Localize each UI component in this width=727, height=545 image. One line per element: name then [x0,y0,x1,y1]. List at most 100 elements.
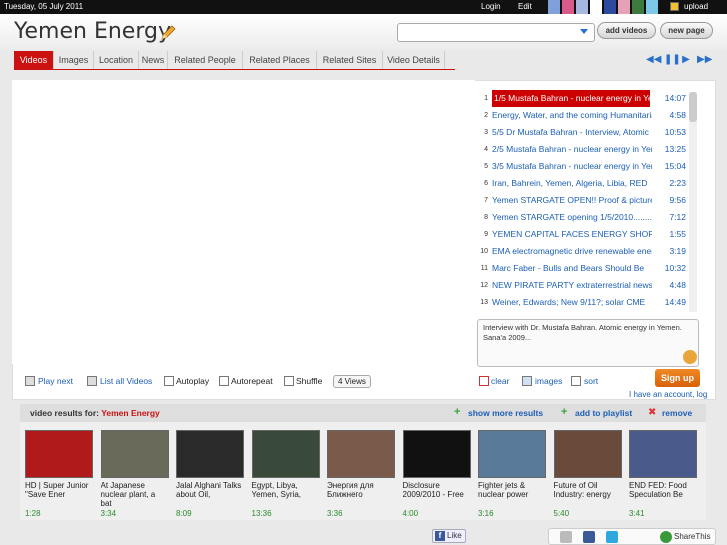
playlist-item[interactable]: 1 1/5 Mustafa Bahran - nuclear energy in … [476,90,688,107]
plus-icon[interactable]: + [561,407,567,418]
color-swatch[interactable] [576,0,588,14]
add-to-playlist-link[interactable]: add to playlist [575,408,632,418]
playlist-item[interactable]: 12 NEW PIRATE PARTY extraterrestrial news… [476,277,688,294]
pause-icon[interactable]: ❚❚ [664,55,681,65]
video-result-item[interactable]: HD | Super Junior "Save Ener 1:28 [25,430,93,518]
video-result-title[interactable]: Fighter jets & nuclear power [478,481,546,508]
video-result-title[interactable]: Future of Oil Industry: energy [554,481,622,508]
playlist-item[interactable]: 2 Energy, Water, and the coming Humanitar… [476,107,688,124]
tab-related-sites[interactable]: Related Sites [317,51,383,70]
sort-icon[interactable] [571,376,581,386]
list-icon[interactable] [87,376,97,386]
video-result-item[interactable]: Jalal Alghani Talks about Oil, 8:09 [176,430,244,518]
tab-news[interactable]: News [139,51,168,70]
video-result-item[interactable]: Fighter jets & nuclear power 3:16 [478,430,546,518]
playlist-item[interactable]: 7 Yemen STARGATE OPEN!! Proof & pictures 9… [476,192,688,209]
video-result-title[interactable]: At Japanese nuclear plant, a bat [101,481,169,508]
video-thumbnail[interactable] [327,430,395,478]
tab-location[interactable]: Location [94,51,139,70]
color-swatch[interactable] [618,0,630,14]
video-result-item[interactable]: END FED: Food Speculation Be 3:41 [629,430,697,518]
facebook-like-button[interactable]: Like [432,529,466,543]
autorepeat-checkbox[interactable] [219,376,229,386]
playlist-item[interactable]: 6 Iran, Bahrein, Yemen, Algeria, Libia, R… [476,175,688,192]
list-all-videos-link[interactable]: List all Videos [100,375,152,387]
video-result-title[interactable]: HD | Super Junior "Save Ener [25,481,93,508]
new-page-button[interactable]: new page [660,22,713,39]
images-icon[interactable] [522,376,532,386]
search-input[interactable] [397,23,595,42]
playlist-scroll-thumb[interactable] [689,92,697,122]
shuffle-checkbox[interactable] [284,376,294,386]
sort-link[interactable]: sort [584,375,598,387]
video-thumbnail[interactable] [478,430,546,478]
video-result-item[interactable]: Future of Oil Industry: energy 5:40 [553,430,622,518]
playlist-item[interactable]: 5 3/5 Mustafa Bahran - nuclear energy in … [476,158,688,175]
video-result-item[interactable]: Egypt, Libya, Yemen, Syria, 13:36 [251,430,320,518]
images-link[interactable]: images [535,375,562,387]
tab-related-people[interactable]: Related People [168,51,243,70]
play-next-link[interactable]: Play next [38,375,73,387]
autoplay-checkbox[interactable] [164,376,174,386]
login-link[interactable]: Login [481,2,501,11]
color-swatch[interactable] [562,0,574,14]
login-account-link[interactable]: I have an account, log [629,390,707,399]
color-swatch[interactable] [632,0,644,14]
color-swatch[interactable] [590,0,602,14]
video-thumbnail[interactable] [251,430,320,478]
video-result-item[interactable]: At Japanese nuclear plant, a bat 3:34 [100,430,169,518]
playlist-item[interactable]: 9 YEMEN CAPITAL FACES ENERGY SHORTAGE 1:55 [476,226,688,243]
upload-icon[interactable] [670,2,679,11]
video-player[interactable] [12,80,475,364]
tab-video-details[interactable]: Video Details [383,51,445,70]
playlist-item[interactable]: 8 Yemen STARGATE opening 1/5/2010........… [476,209,688,226]
play-next-icon[interactable] [25,376,35,386]
video-thumbnail[interactable] [553,430,622,478]
upload-link[interactable]: upload [684,2,708,11]
tab-images[interactable]: Images [54,51,94,70]
clear-link[interactable]: clear [491,375,509,387]
facebook-icon[interactable] [583,531,595,543]
color-swatch[interactable] [646,0,658,14]
video-thumbnail[interactable] [100,430,169,478]
playlist-item[interactable]: 3 5/5 Dr Mustafa Bahran - Interview, Atom… [476,124,688,141]
plus-icon[interactable]: + [454,407,460,418]
play-icon[interactable]: ▶ [681,55,691,65]
email-icon[interactable] [560,531,572,543]
color-swatch[interactable] [604,0,616,14]
playlist-item-title: NEW PIRATE PARTY extraterrestrial news [492,280,652,290]
playlist-item[interactable]: 11 Marc Faber - Bulls and Bears Should Be… [476,260,688,277]
video-result-item[interactable]: Disclosure 2009/2010 - Free 4:00 [402,430,471,518]
video-result-title[interactable]: Jalal Alghani Talks about Oil, [176,481,244,508]
clear-icon[interactable] [479,376,489,386]
video-result-title[interactable]: Egypt, Libya, Yemen, Syria, [252,481,320,508]
remove-link[interactable]: remove [662,408,692,418]
video-thumbnail[interactable] [402,430,471,478]
pencil-icon[interactable] [159,24,177,42]
tab-related-places[interactable]: Related Places [243,51,317,70]
add-videos-button[interactable]: add videos [597,22,656,39]
video-result-title[interactable]: Энергия для Ближнего [327,481,395,508]
playlist-scrollbar[interactable] [689,92,697,312]
video-thumbnail[interactable] [629,430,697,478]
fast-forward-icon[interactable]: ▶▶ [697,55,712,65]
tab-videos[interactable]: Videos [14,51,54,70]
sharethis-label[interactable]: ShareThis [674,532,710,541]
video-thumbnail[interactable] [176,430,244,478]
search-dropdown-icon[interactable] [580,29,588,34]
edit-link[interactable]: Edit [518,2,532,11]
color-swatch[interactable] [548,0,560,14]
video-result-title[interactable]: END FED: Food Speculation Be [629,481,697,508]
video-result-title[interactable]: Disclosure 2009/2010 - Free [403,481,471,508]
remove-icon[interactable]: ✖ [648,407,656,418]
signup-button[interactable]: Sign up [655,369,700,387]
show-more-results-link[interactable]: show more results [468,408,543,418]
video-thumbnail[interactable] [25,430,93,478]
rewind-icon[interactable]: ◀◀ [646,55,661,65]
playlist-item[interactable]: 10 EMA electromagnetic drive renewable en… [476,243,688,260]
twitter-icon[interactable] [606,531,618,543]
playlist-item[interactable]: 4 2/5 Mustafa Bahran - nuclear energy in … [476,141,688,158]
video-result-item[interactable]: Энергия для Ближнего 3:36 [327,430,395,518]
playlist-item[interactable]: 13 Weiner, Edwards; New 9/11?; solar CME 1… [476,294,688,311]
sharethis-icon[interactable] [660,531,672,543]
